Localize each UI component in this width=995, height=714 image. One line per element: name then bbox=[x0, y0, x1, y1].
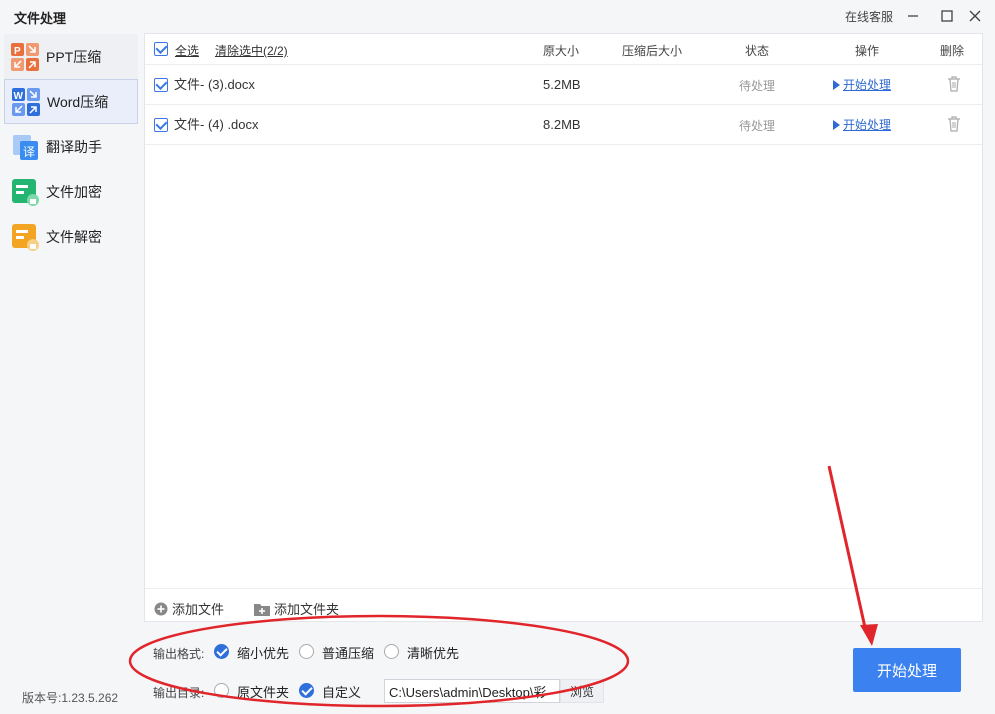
file-decrypt-icon bbox=[11, 223, 39, 251]
minimize-icon[interactable] bbox=[902, 5, 924, 27]
select-all-link[interactable]: 全选 bbox=[175, 42, 199, 59]
svg-text:译: 译 bbox=[23, 145, 35, 159]
add-file-button[interactable]: 添加文件 bbox=[154, 599, 224, 618]
sidebar-item-label: 文件解密 bbox=[46, 228, 102, 245]
trash-icon[interactable] bbox=[947, 116, 961, 136]
format-option-label[interactable]: 清晰优先 bbox=[407, 643, 459, 662]
file-list-panel: 全选 清除选中(2/2) 原大小 压缩后大小 状态 操作 删除 文件- (3).… bbox=[144, 33, 983, 622]
ppt-compress-icon: P bbox=[11, 42, 39, 71]
col-original-size: 原大小 bbox=[543, 44, 580, 58]
format-radio-small-first[interactable] bbox=[214, 644, 229, 659]
table-header: 全选 清除选中(2/2) 原大小 压缩后大小 状态 操作 删除 bbox=[145, 34, 982, 65]
sidebar-item-label: 翻译助手 bbox=[46, 138, 102, 155]
maximize-icon[interactable] bbox=[936, 5, 958, 27]
add-folder-icon bbox=[254, 603, 270, 616]
table-row[interactable]: 文件- (4) .docx 8.2MB 待处理 开始处理 bbox=[145, 105, 982, 145]
version-label: 版本号:1.23.5.262 bbox=[22, 691, 119, 705]
close-icon[interactable] bbox=[964, 5, 986, 27]
start-process-link[interactable]: 开始处理 bbox=[833, 117, 891, 133]
col-status: 状态 bbox=[745, 44, 770, 58]
file-encrypt-icon bbox=[11, 178, 39, 206]
start-process-link[interactable]: 开始处理 bbox=[833, 77, 891, 93]
col-compressed-size: 压缩后大小 bbox=[622, 44, 683, 58]
play-icon bbox=[833, 120, 840, 130]
add-icon bbox=[154, 602, 168, 615]
play-icon bbox=[833, 80, 840, 90]
file-name: 文件- (3).docx bbox=[174, 77, 255, 92]
format-option-label[interactable]: 普通压缩 bbox=[322, 643, 374, 662]
row-checkbox[interactable] bbox=[154, 118, 168, 132]
table-row[interactable]: 文件- (3).docx 5.2MB 待处理 开始处理 bbox=[145, 65, 982, 105]
sidebar-item-ppt-compress[interactable]: P PPT压缩 bbox=[4, 34, 138, 79]
sidebar-item-word-compress[interactable]: W Word压缩 bbox=[4, 79, 138, 124]
sidebar-item-translate[interactable]: 译 翻译助手 bbox=[4, 124, 138, 169]
svg-text:W: W bbox=[14, 91, 24, 102]
word-compress-icon: W bbox=[12, 87, 40, 116]
sidebar-item-label: PPT压缩 bbox=[46, 48, 102, 65]
sidebar-item-encrypt[interactable]: 文件加密 bbox=[4, 169, 138, 214]
svg-text:P: P bbox=[14, 46, 21, 57]
sidebar: P PPT压缩 W Word压缩 译 翻译助手 文件加密 文件解密 bbox=[4, 34, 138, 284]
sidebar-item-label: 文件加密 bbox=[46, 183, 102, 200]
annotation-arrowhead bbox=[860, 624, 878, 646]
output-dir-label: 输出目录: bbox=[153, 686, 205, 700]
col-delete: 删除 bbox=[940, 44, 965, 58]
trash-icon[interactable] bbox=[947, 76, 961, 96]
dir-radio-original[interactable] bbox=[214, 683, 229, 698]
add-folder-button[interactable]: 添加文件夹 bbox=[254, 599, 339, 618]
file-name: 文件- (4) .docx bbox=[174, 117, 259, 132]
status-text: 待处理 bbox=[739, 119, 776, 133]
dir-option-label[interactable]: 自定义 bbox=[322, 682, 361, 701]
browse-button[interactable]: 浏览 bbox=[560, 679, 604, 703]
dir-option-label[interactable]: 原文件夹 bbox=[237, 682, 289, 701]
start-process-button[interactable]: 开始处理 bbox=[853, 648, 961, 692]
row-checkbox[interactable] bbox=[154, 78, 168, 92]
file-size: 8.2MB bbox=[543, 117, 581, 132]
sidebar-item-decrypt[interactable]: 文件解密 bbox=[4, 214, 138, 259]
clear-selected-link[interactable]: 清除选中(2/2) bbox=[215, 42, 288, 59]
title-bar: 文件处理 在线客服 bbox=[0, 0, 995, 32]
sidebar-item-label: Word压缩 bbox=[47, 93, 109, 110]
online-support-link[interactable]: 在线客服 bbox=[845, 8, 893, 25]
file-size: 5.2MB bbox=[543, 77, 581, 92]
output-format-label: 输出格式: bbox=[153, 647, 205, 661]
translate-icon: 译 bbox=[11, 133, 39, 161]
status-text: 待处理 bbox=[739, 79, 776, 93]
select-all-checkbox[interactable] bbox=[154, 42, 168, 56]
format-radio-normal[interactable] bbox=[299, 644, 314, 659]
format-option-label[interactable]: 缩小优先 bbox=[237, 643, 289, 662]
app-title: 文件处理 bbox=[14, 11, 67, 26]
dir-radio-custom[interactable] bbox=[299, 683, 314, 698]
output-path-input[interactable] bbox=[384, 679, 560, 703]
col-action: 操作 bbox=[855, 44, 880, 58]
format-radio-clear-first[interactable] bbox=[384, 644, 399, 659]
panel-footer: 添加文件 添加文件夹 bbox=[145, 588, 982, 622]
